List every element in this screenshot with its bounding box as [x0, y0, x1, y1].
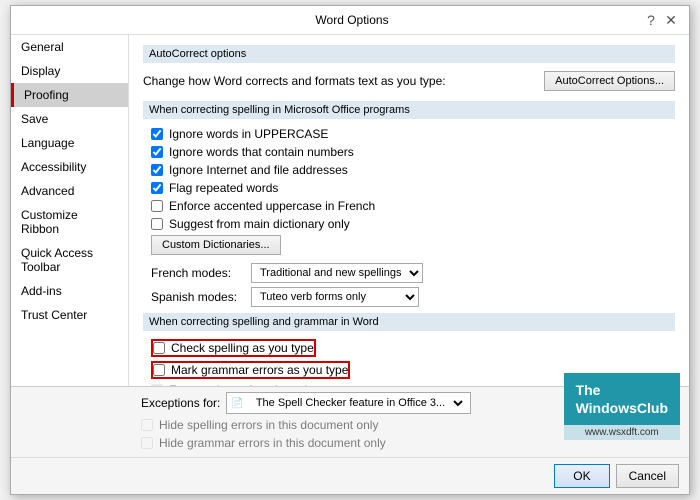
ignore-uppercase-label: Ignore words in UPPERCASE	[169, 127, 328, 141]
mark-grammar-checkbox[interactable]	[153, 364, 165, 376]
footer-buttons: OK Cancel	[554, 464, 679, 488]
sidebar-item-language[interactable]: Language	[11, 131, 128, 155]
doc-icon: 📄	[231, 398, 243, 409]
grammar-section-header: When correcting spelling and grammar in …	[143, 313, 675, 331]
french-modes-row: French modes: Traditional and new spelli…	[143, 263, 675, 283]
enforce-accented-label: Enforce accented uppercase in French	[169, 199, 375, 213]
title-bar: Word Options ? ✕	[11, 6, 689, 35]
exceptions-label: Exceptions for:	[141, 396, 220, 410]
sidebar-item-display[interactable]: Display	[11, 59, 128, 83]
hide-grammar-checkbox[interactable]	[141, 437, 153, 449]
title-bar-actions: ? ✕	[643, 12, 679, 28]
hide-spelling-checkbox[interactable]	[141, 419, 153, 431]
checkbox-ignore-internet: Ignore Internet and file addresses	[143, 163, 675, 177]
dialog-footer: OK Cancel	[11, 457, 689, 494]
help-button[interactable]: ?	[643, 12, 659, 28]
spanish-modes-row: Spanish modes: Tuteo verb forms only Tut…	[143, 287, 675, 307]
exceptions-row: Exceptions for: 📄 The Spell Checker feat…	[141, 392, 679, 414]
doc-name-select[interactable]: The Spell Checker feature in Office 3...	[248, 394, 466, 412]
ok-button[interactable]: OK	[554, 464, 609, 488]
ignore-internet-checkbox[interactable]	[151, 164, 163, 176]
ignore-internet-label: Ignore Internet and file addresses	[169, 163, 348, 177]
french-modes-select[interactable]: Traditional and new spellings Traditiona…	[251, 263, 423, 283]
mark-grammar-label: Mark grammar errors as you type	[171, 363, 348, 377]
enforce-accented-checkbox[interactable]	[151, 200, 163, 212]
cancel-button[interactable]: Cancel	[616, 464, 679, 488]
dialog-title: Word Options	[61, 13, 643, 27]
autocorrect-description: Change how Word corrects and formats tex…	[143, 74, 446, 88]
ignore-numbers-label: Ignore words that contain numbers	[169, 145, 354, 159]
sidebar-item-proofing[interactable]: Proofing	[11, 83, 128, 107]
hide-grammar-label: Hide grammar errors in this document onl…	[159, 436, 386, 450]
sidebar-item-advanced[interactable]: Advanced	[11, 179, 128, 203]
checkbox-flag-repeated: Flag repeated words	[143, 181, 675, 195]
custom-dictionaries-button[interactable]: Custom Dictionaries...	[151, 235, 281, 255]
hide-spelling-label: Hide spelling errors in this document on…	[159, 418, 378, 432]
sidebar-item-accessibility[interactable]: Accessibility	[11, 155, 128, 179]
suggest-main-label: Suggest from main dictionary only	[169, 217, 350, 231]
check-spelling-label: Check spelling as you type	[171, 341, 314, 355]
checkbox-mark-grammar: Mark grammar errors as you type	[143, 361, 675, 379]
doc-select-wrapper: 📄 The Spell Checker feature in Office 3.…	[226, 392, 470, 414]
check-spelling-checkbox[interactable]	[153, 342, 165, 354]
mark-grammar-highlighted: Mark grammar errors as you type	[151, 361, 350, 379]
checkbox-enforce-accented: Enforce accented uppercase in French	[143, 199, 675, 213]
french-modes-label: French modes:	[151, 266, 251, 280]
exceptions-area: Exceptions for: 📄 The Spell Checker feat…	[11, 386, 689, 457]
sidebar-item-quick-access-toolbar[interactable]: Quick Access Toolbar	[11, 241, 128, 279]
dialog-content: GeneralDisplayProofingSaveLanguageAccess…	[11, 35, 689, 386]
flag-repeated-checkbox[interactable]	[151, 182, 163, 194]
sidebar-item-save[interactable]: Save	[11, 107, 128, 131]
hide-spelling-row: Hide spelling errors in this document on…	[141, 418, 679, 432]
ignore-uppercase-checkbox[interactable]	[151, 128, 163, 140]
sidebar-item-trust-center[interactable]: Trust Center	[11, 303, 128, 327]
flag-repeated-label: Flag repeated words	[169, 181, 278, 195]
frequently-confused-checkbox[interactable]	[151, 384, 163, 386]
check-spelling-highlighted: Check spelling as you type	[151, 339, 316, 357]
autocorrect-options-button[interactable]: AutoCorrect Options...	[544, 71, 675, 91]
close-button[interactable]: ✕	[663, 12, 679, 28]
autocorrect-section-header: AutoCorrect options	[143, 45, 675, 63]
main-panel: AutoCorrect options Change how Word corr…	[129, 35, 689, 386]
sidebar-item-general[interactable]: General	[11, 35, 128, 59]
checkbox-ignore-uppercase: Ignore words in UPPERCASE	[143, 127, 675, 141]
checkbox-ignore-numbers: Ignore words that contain numbers	[143, 145, 675, 159]
word-options-dialog: Word Options ? ✕ GeneralDisplayProofingS…	[10, 5, 690, 495]
spanish-modes-label: Spanish modes:	[151, 290, 251, 304]
custom-dict-row: Custom Dictionaries...	[143, 235, 675, 255]
checkbox-frequently-confused: Frequently confused words	[143, 383, 675, 386]
spelling-section-header: When correcting spelling in Microsoft Of…	[143, 101, 675, 119]
sidebar: GeneralDisplayProofingSaveLanguageAccess…	[11, 35, 129, 386]
ignore-numbers-checkbox[interactable]	[151, 146, 163, 158]
frequently-confused-label: Frequently confused words	[169, 383, 313, 386]
suggest-main-checkbox[interactable]	[151, 218, 163, 230]
sidebar-item-customize-ribbon[interactable]: Customize Ribbon	[11, 203, 128, 241]
checkbox-check-spelling: Check spelling as you type	[143, 339, 675, 357]
sidebar-item-add-ins[interactable]: Add-ins	[11, 279, 128, 303]
spanish-modes-select[interactable]: Tuteo verb forms only Tuteo and Voseo ve…	[251, 287, 419, 307]
autocorrect-row: Change how Word corrects and formats tex…	[143, 71, 675, 91]
hide-grammar-row: Hide grammar errors in this document onl…	[141, 436, 679, 450]
checkbox-suggest-main: Suggest from main dictionary only	[143, 217, 675, 231]
